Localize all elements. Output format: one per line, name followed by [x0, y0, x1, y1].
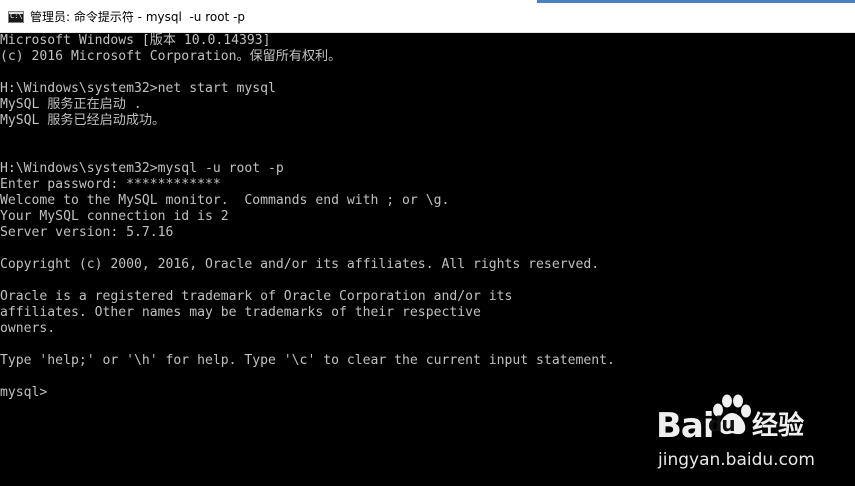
console-line: (c) 2016 Microsoft Corporation。保留所有权利。: [0, 49, 342, 64]
watermark-brand-bai: Bai: [656, 406, 715, 446]
console-line: MySQL 服务正在启动 .: [0, 97, 142, 112]
console-line: Your MySQL connection id is 2: [0, 209, 229, 224]
console-line: affiliates. Other names may be trademark…: [0, 305, 481, 320]
console-line: Welcome to the MySQL monitor. Commands e…: [0, 193, 450, 208]
console-line: H:\Windows\system32>net start mysql: [0, 81, 276, 96]
baidu-jingyan-watermark: Bai du 经验 jingyan.baidu.com: [652, 392, 855, 486]
console-line: Copyright (c) 2000, 2016, Oracle and/or …: [0, 257, 600, 272]
watermark-url: jingyan.baidu.com: [658, 450, 815, 470]
console-line: Microsoft Windows [版本 10.0.14393]: [0, 33, 271, 48]
cmd-icon[interactable]: C:\: [8, 11, 24, 23]
console-line: H:\Windows\system32>mysql -u root -p: [0, 161, 284, 176]
console-line: Type 'help;' or '\h' for help. Type '\c'…: [0, 353, 615, 368]
console-line: owners.: [0, 321, 56, 336]
window-titlebar[interactable]: C:\ 管理员: 命令提示符 - mysql -u root -p: [0, 0, 855, 33]
console-line: Enter password: ************: [0, 177, 221, 192]
cmd-icon-label: C:\: [10, 12, 23, 20]
window-title: 管理员: 命令提示符 - mysql -u root -p: [30, 10, 246, 24]
watermark-brand-du: du: [708, 412, 736, 436]
titlebar-accent: [537, 0, 855, 3]
console-line: Oracle is a registered trademark of Orac…: [0, 289, 513, 304]
console-line: MySQL 服务已经启动成功。: [0, 113, 166, 128]
console-line: Server version: 5.7.16: [0, 225, 174, 240]
watermark-brand-cn: 经验: [752, 411, 805, 441]
